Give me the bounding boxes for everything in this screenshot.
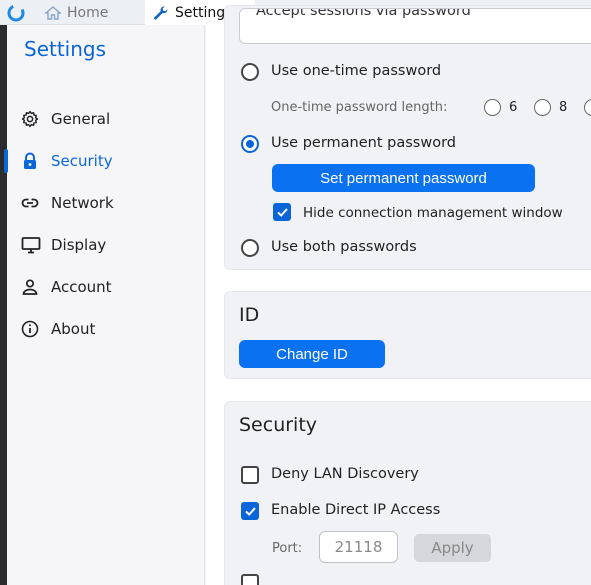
port-input[interactable]: 21118 <box>319 531 398 563</box>
port-label: Port: <box>272 541 303 556</box>
one-time-password-label: Use one-time password <box>271 63 442 79</box>
sidebar-item-label: Security <box>51 152 113 170</box>
next-option-checkbox[interactable] <box>241 574 259 585</box>
settings-content: Accept sessions via password Use one-tim… <box>206 5 591 585</box>
sidebar: Settings General Security Network Displa… <box>4 25 205 585</box>
one-time-password-radio[interactable] <box>241 63 259 81</box>
approve-mode-value: Accept sessions via password <box>256 8 471 19</box>
deny-lan-discovery-label: Deny LAN Discovery <box>271 466 419 482</box>
hide-window-label: Hide connection management window <box>303 205 563 221</box>
gear-icon <box>21 110 39 128</box>
both-passwords-label: Use both passwords <box>271 239 417 255</box>
direct-ip-access-label: Enable Direct IP Access <box>271 502 441 518</box>
direct-ip-access-checkbox[interactable] <box>241 502 259 520</box>
background-window-edge <box>0 25 7 585</box>
sidebar-item-general[interactable]: General <box>7 101 205 137</box>
tab-home[interactable]: Home <box>45 0 108 25</box>
otp-length-8-label: 8 <box>559 100 568 115</box>
sidebar-item-label: Network <box>51 194 114 212</box>
otp-length-8-radio[interactable] <box>534 99 551 116</box>
lock-icon <box>24 152 36 169</box>
sidebar-item-security[interactable]: Security <box>4 143 205 179</box>
checkmark-icon <box>245 507 256 516</box>
sidebar-title: Settings <box>24 37 107 61</box>
apply-port-button[interactable]: Apply <box>414 534 491 562</box>
security-section-title: Security <box>239 414 318 436</box>
permanent-password-radio[interactable] <box>241 135 259 153</box>
permanent-password-label: Use permanent password <box>271 135 456 151</box>
sidebar-item-display[interactable]: Display <box>7 227 205 263</box>
sidebar-item-label: General <box>51 110 111 128</box>
sidebar-item-about[interactable]: About <box>7 311 205 347</box>
checkmark-icon <box>277 208 288 217</box>
deny-lan-discovery-checkbox[interactable] <box>241 466 259 484</box>
security-card: Security Deny LAN Discovery Enable Direc… <box>224 401 591 585</box>
otp-length-6-radio[interactable] <box>484 99 501 116</box>
monitor-icon <box>21 237 41 254</box>
info-icon <box>21 320 39 338</box>
home-icon <box>45 5 61 20</box>
set-permanent-password-button[interactable]: Set permanent password <box>272 164 535 192</box>
approve-mode-select[interactable]: Accept sessions via password <box>239 8 591 44</box>
wrench-icon <box>154 6 168 20</box>
hide-window-checkbox[interactable] <box>273 203 291 221</box>
id-section-title: ID <box>239 304 260 326</box>
both-passwords-radio[interactable] <box>241 239 259 257</box>
sidebar-item-network[interactable]: Network <box>7 185 205 221</box>
sidebar-item-label: Display <box>51 236 107 254</box>
otp-length-label: One-time password length: <box>271 100 448 115</box>
sidebar-item-account[interactable]: Account <box>7 269 205 305</box>
password-card: Accept sessions via password Use one-tim… <box>224 5 591 270</box>
app-logo-icon <box>7 4 25 22</box>
id-card: ID Change ID <box>224 291 591 379</box>
person-icon <box>22 279 38 295</box>
sidebar-item-label: About <box>51 320 96 338</box>
sidebar-item-label: Account <box>51 278 112 296</box>
tab-home-label: Home <box>67 4 109 21</box>
otp-length-10-radio[interactable] <box>584 99 591 116</box>
link-icon <box>21 198 39 208</box>
change-id-button[interactable]: Change ID <box>239 340 385 368</box>
otp-length-6-label: 6 <box>509 100 518 115</box>
